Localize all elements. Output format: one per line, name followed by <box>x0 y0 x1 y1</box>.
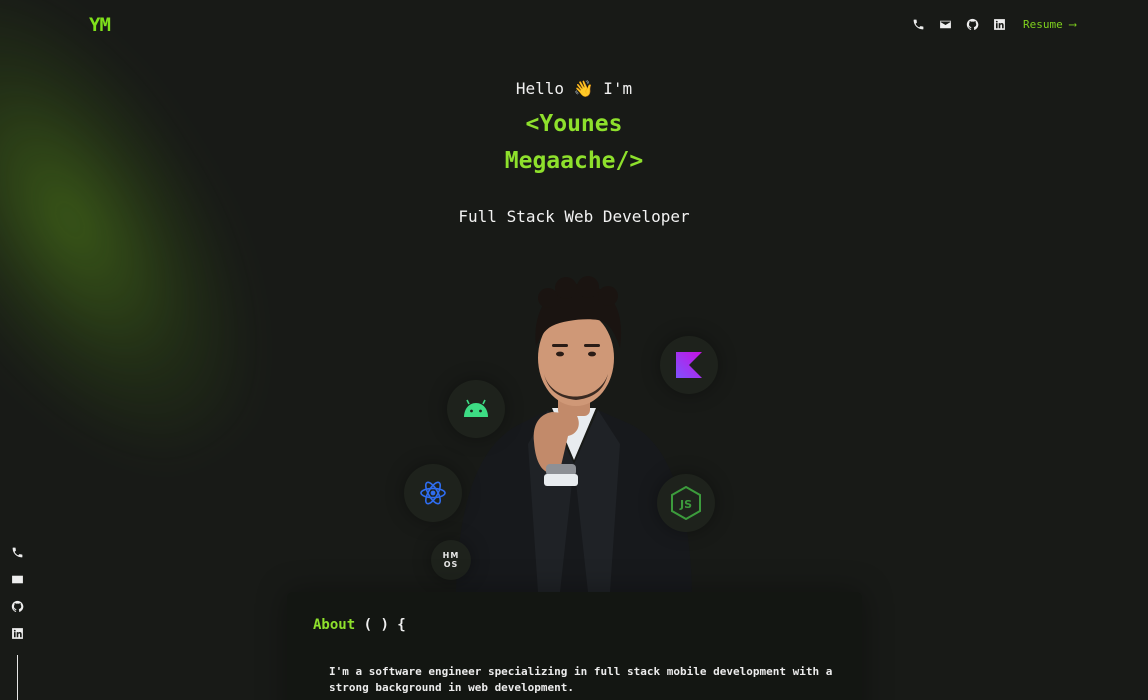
background-glow <box>0 0 319 510</box>
hero-role: Full Stack Web Developer <box>458 207 690 226</box>
about-title: About ( ) { <box>313 617 406 633</box>
resume-link[interactable]: Resume ⟶ <box>1023 18 1076 31</box>
github-icon[interactable] <box>965 17 980 32</box>
side-github-icon[interactable] <box>10 599 25 614</box>
about-keyword: About <box>313 617 356 633</box>
site-logo[interactable]: YM <box>89 14 111 36</box>
hero-name-line-1: <Younes <box>525 111 623 137</box>
hero-greeting: Hello 👋 I'm <box>515 79 633 98</box>
about-card: About ( ) { I'm a software engineer spec… <box>287 592 862 700</box>
linkedin-icon[interactable] <box>992 17 1007 32</box>
mail-icon[interactable] <box>938 17 953 32</box>
hmos-label: HM OS <box>442 551 460 569</box>
side-social-rail <box>10 545 25 700</box>
side-linkedin-icon[interactable] <box>10 626 25 641</box>
phone-icon[interactable] <box>911 17 926 32</box>
nodejs-icon: JS <box>657 474 715 532</box>
side-mail-icon[interactable] <box>10 572 25 587</box>
about-text: I'm a software engineer specializing in … <box>329 665 833 694</box>
hero-name-line-2: Megaache/> <box>504 148 644 174</box>
android-icon <box>447 380 505 438</box>
top-nav: Resume ⟶ <box>911 17 1076 32</box>
react-icon <box>404 464 462 522</box>
kotlin-icon <box>660 336 718 394</box>
hero-name: <Younes Megaache/> <box>0 106 1148 180</box>
page: YM Resume ⟶ Hello 👋 I'm <Younes Megaache… <box>0 0 1148 700</box>
side-rail-line <box>17 655 18 700</box>
hmos-icon: HM OS <box>431 540 471 580</box>
about-signature: ( ) { <box>355 617 406 633</box>
side-phone-icon[interactable] <box>10 545 25 560</box>
svg-text:JS: JS <box>679 498 692 511</box>
